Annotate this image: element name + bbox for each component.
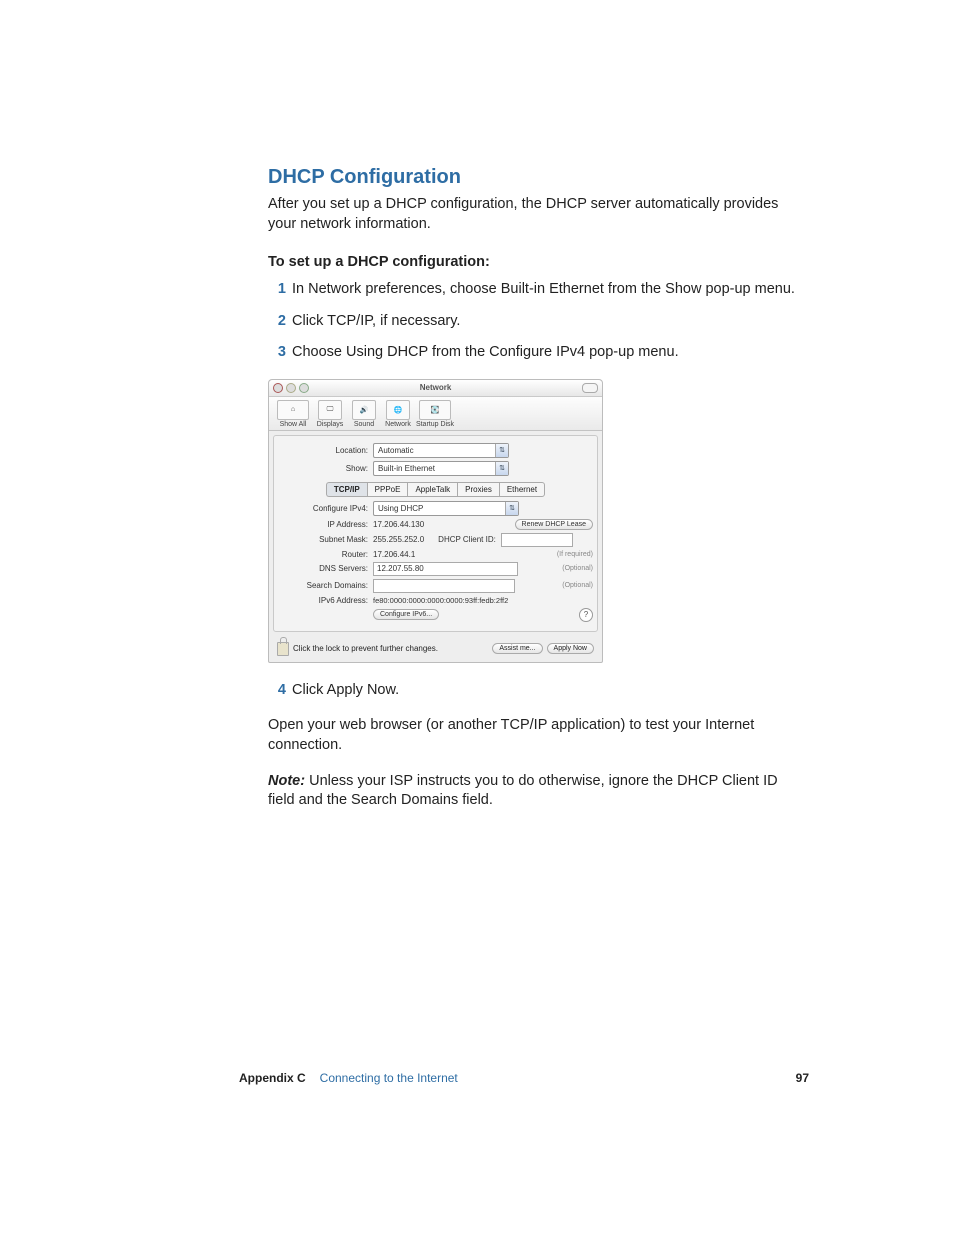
- toolbar-sound[interactable]: 🔊Sound: [347, 400, 381, 428]
- steps-list-cont: 4Click Apply Now.: [286, 681, 808, 701]
- configure-ipv6-button[interactable]: Configure IPv6...: [373, 609, 439, 620]
- location-label: Location:: [278, 446, 373, 455]
- minimize-icon[interactable]: [286, 383, 296, 393]
- appendix-label: Appendix C: [239, 1071, 306, 1085]
- chevron-updown-icon: ⇅: [495, 462, 508, 475]
- ipv6-address-value: fe80:0000:0000:0000:0000:93ff:fedb:2ff2: [373, 596, 508, 605]
- chevron-updown-icon: ⇅: [495, 444, 508, 457]
- dhcp-client-id-input[interactable]: [501, 533, 573, 547]
- configure-ipv4-select[interactable]: Using DHCP⇅: [373, 501, 519, 516]
- lock-text: Click the lock to prevent further change…: [293, 644, 438, 653]
- note-label: Note:: [268, 773, 305, 789]
- assist-me-button[interactable]: Assist me...: [492, 643, 542, 654]
- apply-now-button[interactable]: Apply Now: [547, 643, 594, 654]
- search-optional-hint: (Optional): [562, 582, 593, 589]
- show-all-icon: ⌂: [277, 400, 309, 420]
- toolbar: ⌂Show All 🖵Displays 🔊Sound 🌐Network 💽Sta…: [269, 397, 602, 431]
- step-1-text: In Network preferences, choose Built-in …: [292, 281, 795, 297]
- toolbar-show-all[interactable]: ⌂Show All: [273, 400, 313, 428]
- section-title: DHCP Configuration: [268, 166, 808, 189]
- location-select[interactable]: Automatic⇅: [373, 443, 509, 458]
- network-icon: 🌐: [386, 400, 410, 420]
- dhcp-client-id-label: DHCP Client ID:: [438, 535, 501, 544]
- startup-disk-icon: 💽: [419, 400, 451, 420]
- tab-tcpip[interactable]: TCP/IP: [326, 482, 367, 497]
- search-domains-input[interactable]: [373, 579, 515, 593]
- subnet-mask-label: Subnet Mask:: [278, 535, 373, 544]
- tab-ethernet[interactable]: Ethernet: [499, 482, 545, 497]
- network-pane: Location: Automatic⇅ Show: Built-in Ethe…: [273, 435, 598, 632]
- tab-proxies[interactable]: Proxies: [457, 482, 499, 497]
- toolbar-displays[interactable]: 🖵Displays: [313, 400, 347, 428]
- page-number: 97: [796, 1071, 809, 1085]
- chevron-updown-icon: ⇅: [505, 502, 518, 515]
- close-icon[interactable]: [273, 383, 283, 393]
- ipv6-address-label: IPv6 Address:: [278, 596, 373, 605]
- sound-icon: 🔊: [352, 400, 376, 420]
- step-4-text: Click Apply Now.: [292, 682, 399, 698]
- step-3-text: Choose Using DHCP from the Configure IPv…: [292, 344, 679, 360]
- show-select[interactable]: Built-in Ethernet⇅: [373, 461, 509, 476]
- dns-servers-input[interactable]: 12.207.55.80: [373, 562, 518, 576]
- step-3: 3Choose Using DHCP from the Configure IP…: [286, 343, 808, 363]
- steps-list: 1In Network preferences, choose Built-in…: [286, 280, 808, 363]
- client-id-hint: (If required): [557, 551, 593, 558]
- tab-pppoe[interactable]: PPPoE: [367, 482, 408, 497]
- ip-address-label: IP Address:: [278, 520, 373, 529]
- ip-address-value: 17.206.44.130: [373, 520, 424, 529]
- procedure-heading: To set up a DHCP configuration:: [268, 254, 808, 270]
- toolbar-toggle-icon[interactable]: [582, 383, 598, 393]
- titlebar: Network: [269, 380, 602, 397]
- toolbar-network[interactable]: 🌐Network: [381, 400, 415, 428]
- note-body: Unless your ISP instructs you to do othe…: [268, 773, 778, 809]
- subnet-mask-value: 255.255.252.0: [373, 535, 424, 544]
- step-4: 4Click Apply Now.: [286, 681, 808, 701]
- network-preferences-window: Network ⌂Show All 🖵Displays 🔊Sound 🌐Netw…: [268, 379, 603, 663]
- step-1: 1In Network preferences, choose Built-in…: [286, 280, 808, 300]
- toolbar-startup-disk[interactable]: 💽Startup Disk: [415, 400, 455, 428]
- step-2: 2Click TCP/IP, if necessary.: [286, 312, 808, 332]
- displays-icon: 🖵: [318, 400, 342, 420]
- window-footer: Click the lock to prevent further change…: [269, 636, 602, 662]
- router-value: 17.206.44.1: [373, 550, 415, 559]
- tabs: TCP/IP PPPoE AppleTalk Proxies Ethernet: [278, 482, 593, 497]
- tab-appletalk[interactable]: AppleTalk: [407, 482, 457, 497]
- help-icon[interactable]: ?: [579, 608, 593, 622]
- page-footer: Appendix C Connecting to the Internet 97: [239, 1071, 809, 1085]
- step-2-text: Click TCP/IP, if necessary.: [292, 313, 460, 329]
- router-label: Router:: [278, 550, 373, 559]
- configure-ipv4-label: Configure IPv4:: [278, 504, 373, 513]
- lock-icon[interactable]: [277, 642, 289, 656]
- search-domains-label: Search Domains:: [278, 581, 373, 590]
- section-intro: After you set up a DHCP configuration, t…: [268, 195, 808, 234]
- zoom-icon[interactable]: [299, 383, 309, 393]
- window-title: Network: [420, 383, 452, 392]
- renew-dhcp-button[interactable]: Renew DHCP Lease: [515, 519, 593, 530]
- show-label: Show:: [278, 464, 373, 473]
- post-step-paragraph: Open your web browser (or another TCP/IP…: [268, 716, 808, 755]
- note-paragraph: Note: Unless your ISP instructs you to d…: [268, 772, 808, 811]
- chapter-title: Connecting to the Internet: [320, 1071, 458, 1085]
- dns-servers-label: DNS Servers:: [278, 564, 373, 573]
- dns-optional-hint: (Optional): [562, 565, 593, 572]
